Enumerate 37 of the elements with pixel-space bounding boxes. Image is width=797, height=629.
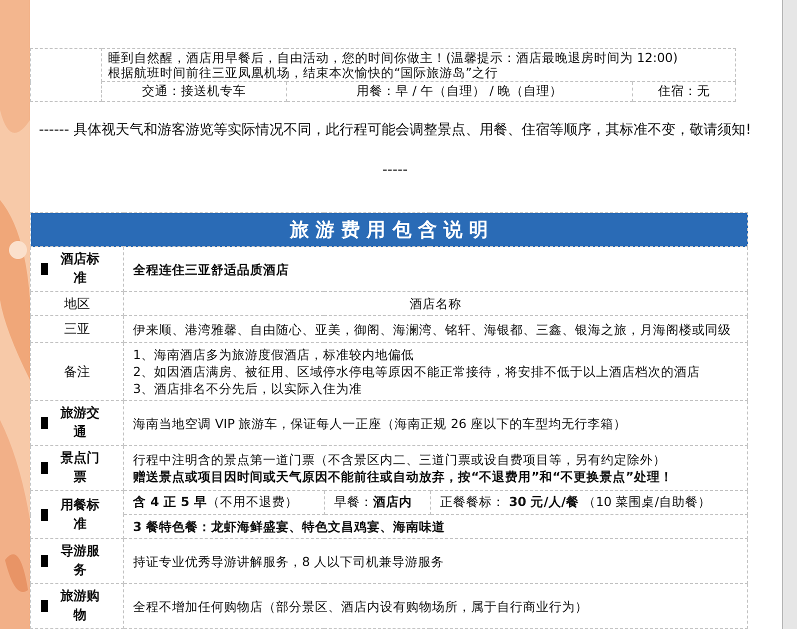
cell-text: 2、如因酒店满房、被征用、区域停水停电等原因不能正常接待，将安排不低于以上酒店档次的酒店	[133, 363, 701, 380]
meal-cell: 早餐：酒店内	[334, 494, 412, 509]
row-label: 旅游购物	[59, 588, 100, 625]
row-label: 三亚	[63, 321, 91, 338]
cell-text: 3 餐特色餐：龙虾海鲜盛宴、特色文昌鸡宴、海南味道	[133, 518, 446, 535]
itinerary-cell: 住宿：无	[658, 83, 710, 98]
row-label: 用餐标准	[59, 496, 100, 534]
row-label: 导游服务	[60, 543, 100, 580]
bullet-icon	[41, 263, 48, 275]
cell-text: 酒店名称	[408, 295, 462, 312]
itinerary-text: 根据航班时间前往三亚凤凰机场，结束本次愉快的“国际旅游岛”之行	[108, 65, 499, 80]
row-label: 旅游交通	[59, 404, 100, 442]
cell-text: 1、海南酒店多为旅游度假酒店，标准较内地偏低	[133, 346, 415, 363]
cell-text: 3、酒店排名不分先后，以实际入住为准	[133, 380, 363, 397]
row-label: 酒店标准	[60, 250, 100, 288]
cell-text: 行程中注明含的景点第一道门票（不含景区内二、三道门票或设自费项目等，另有约定除外）	[133, 451, 667, 468]
cell-text: 海南当地空调 VIP 旅游车，保证每人一正座（海南正规 26 座以下的车型均无行李箱）	[133, 414, 628, 432]
bullet-icon	[41, 508, 48, 520]
cell-text: 伊来顺、港湾雅馨、自由随心、亚美，御阁、海澜湾、铭轩、海银都、三鑫、银海之旅，月海阁楼或同级	[133, 320, 732, 338]
cell-text: 全程不增加任何购物店（部分景区、酒店内设有购物场所，属于自行商业行为）	[133, 598, 589, 614]
row-label: 景点门票	[60, 450, 100, 487]
table-title: 旅 游 费 用 包 含 说 明	[30, 212, 748, 246]
notice-text: ------ 具体视天气和游客游览等实际情况不同，此行程可能会调整景点、用餐、住宿等顺序，其标准不变，敬请须知! -----	[38, 121, 752, 180]
cell-text: 赠送景点或项目因时间或天气原因不能前往或自动放弃，按“不退费用”和“不更换景点”处理！	[133, 468, 674, 485]
itinerary-cell: 交通：接送机专车	[142, 83, 246, 98]
meal-cell: 含 4 正 5 早（不用不退费）	[133, 494, 298, 509]
row-label: 地区	[63, 296, 91, 312]
itinerary-cell: 用餐：早 / 午（自理） / 晚（自理）	[356, 83, 563, 98]
bullet-icon	[41, 555, 48, 567]
meal-cell: 正餐餐标： 30 元/人/餐 （10 菜围桌/自助餐）	[440, 494, 711, 509]
bullet-icon	[41, 600, 48, 612]
itinerary-text: 睡到自然醒，酒店用早餐后，自由活动，您的时间你做主！(温馨提示：酒店最晚退房时间为 12:00)	[108, 50, 679, 65]
bullet-icon	[41, 462, 48, 474]
cell-text: 全程连住三亚舒适品质酒店	[133, 260, 290, 278]
cell-text: 持证专业优秀导游讲解服务，8 人以下司机兼导游服务	[133, 552, 445, 570]
row-label: 备注	[63, 364, 91, 380]
bullet-icon	[41, 417, 48, 429]
